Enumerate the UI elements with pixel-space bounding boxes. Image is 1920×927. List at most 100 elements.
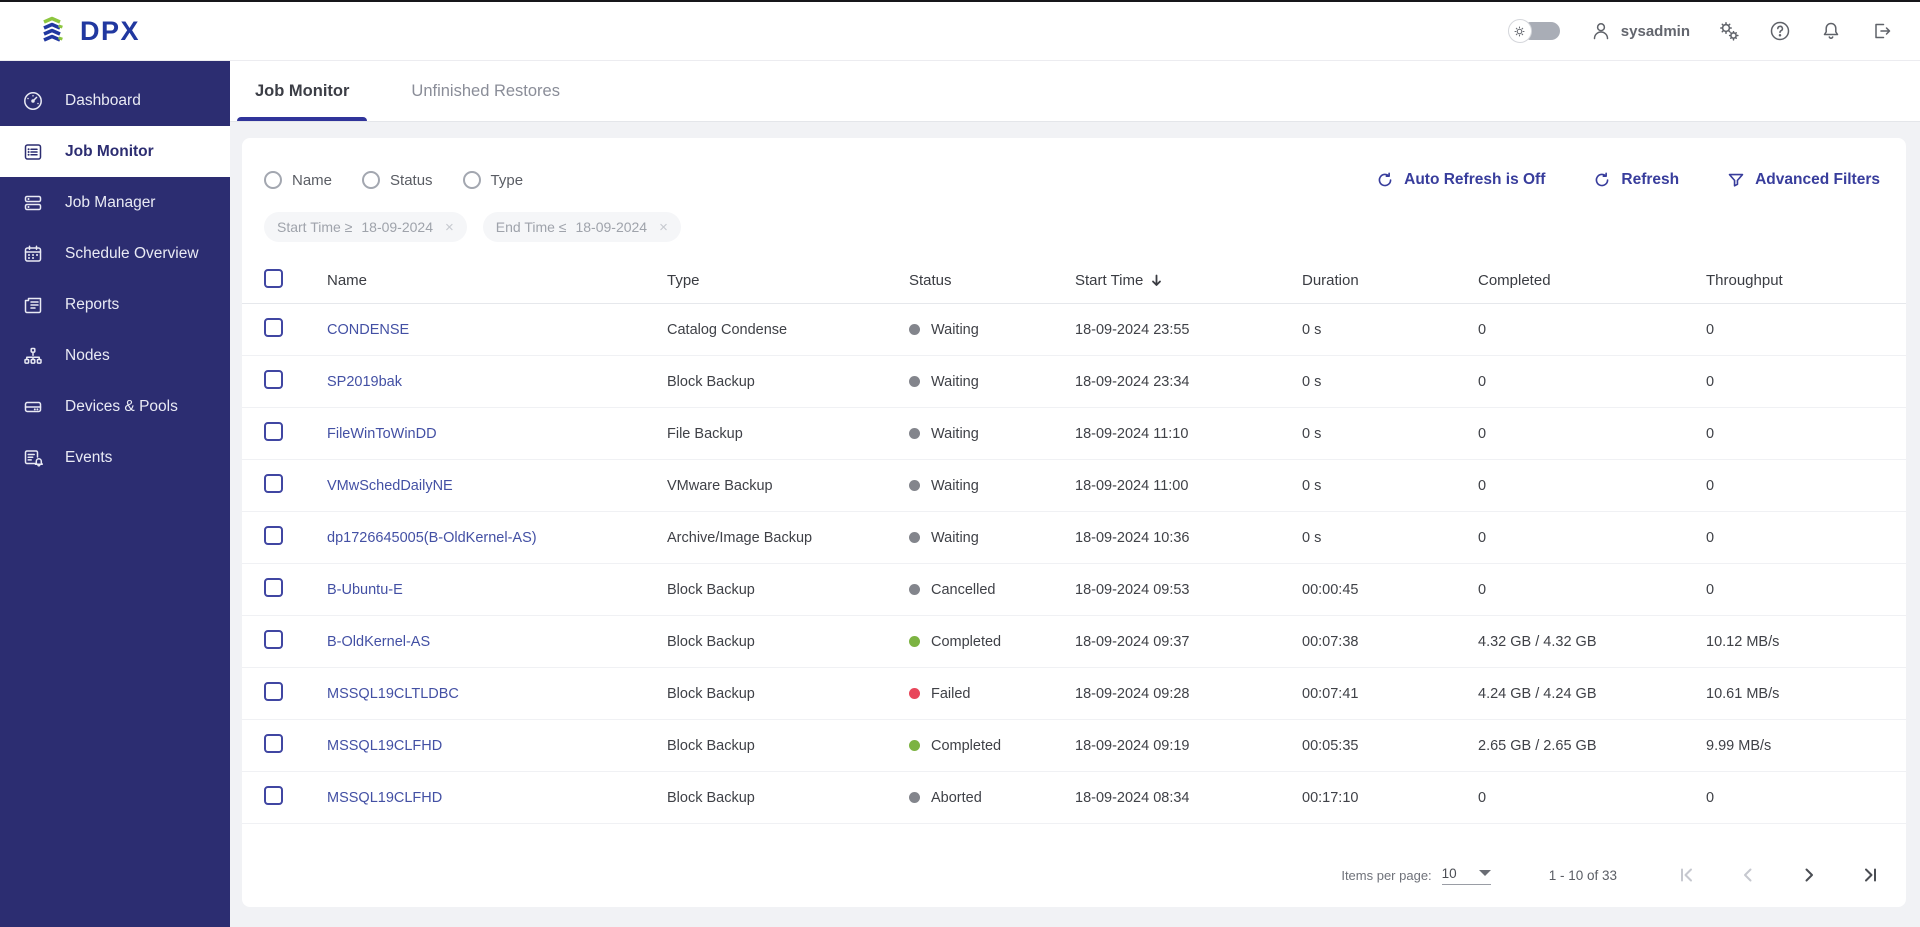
sidebar-item-reports[interactable]: Reports (0, 279, 230, 330)
logout-icon[interactable] (1870, 19, 1894, 43)
tab-job-monitor[interactable]: Job Monitor (237, 61, 368, 121)
job-name-link[interactable]: VMwSchedDailyNE (327, 478, 453, 494)
chip-close-icon[interactable]: × (445, 219, 454, 236)
items-per-page-select[interactable]: 10 (1441, 866, 1491, 885)
sidebar-item-dashboard[interactable]: Dashboard (0, 75, 230, 126)
job-name-link[interactable]: B-OldKernel-AS (327, 634, 430, 650)
column-header-type[interactable]: Type (667, 272, 909, 289)
last-page-button[interactable] (1860, 865, 1880, 885)
nodes-icon (24, 347, 42, 364)
filter-funnel-icon (1728, 173, 1744, 187)
filter-chips: Start Time ≥ 18-09-2024 × End Time ≤ 18-… (242, 212, 1906, 242)
table-row: VMwSchedDailyNE VMware Backup Waiting 18… (242, 460, 1906, 512)
main-content: Job Monitor Unfinished Restores Name Sta… (230, 61, 1920, 927)
status-dot (909, 636, 920, 647)
duration: 0 s (1302, 321, 1322, 338)
completed: 0 (1478, 529, 1487, 546)
start-time: 18-09-2024 10:36 (1075, 529, 1190, 546)
throughput: 0 (1706, 425, 1715, 442)
job-name-link[interactable]: MSSQL19CLTLDBC (327, 686, 459, 702)
radio-label: Type (490, 171, 524, 189)
completed: 4.24 GB / 4.24 GB (1478, 685, 1597, 702)
radio-name[interactable]: Name (264, 171, 332, 189)
job-monitor-card: Name Status Type Auto Refresh is Off Ref… (242, 138, 1906, 907)
user-menu[interactable]: sysadmin (1589, 19, 1690, 43)
start-time: 18-09-2024 09:19 (1075, 737, 1190, 754)
row-checkbox[interactable] (264, 422, 283, 441)
chip-label: End Time ≤ (495, 219, 567, 235)
theme-settings-toggle[interactable] (1507, 19, 1562, 43)
radio-type[interactable]: Type (462, 171, 524, 189)
job-name-link[interactable]: FileWinToWinDD (327, 426, 437, 442)
sidebar-item-label: Events (65, 448, 113, 466)
column-header-status[interactable]: Status (909, 272, 1075, 289)
table-row: dp1726645005(B-OldKernel-AS) Archive/Ima… (242, 512, 1906, 564)
job-name-link[interactable]: CONDENSE (327, 322, 409, 338)
chip-label: Start Time ≥ (277, 219, 353, 235)
sidebar-item-job-monitor[interactable]: Job Monitor (0, 126, 230, 177)
last-page-icon (1865, 868, 1876, 882)
completed: 2.65 GB / 2.65 GB (1478, 737, 1597, 754)
row-checkbox[interactable] (264, 318, 283, 337)
completed: 4.32 GB / 4.32 GB (1478, 633, 1597, 650)
throughput: 0 (1706, 529, 1715, 546)
job-monitor-icon (24, 143, 42, 160)
notifications-bell-icon[interactable] (1819, 19, 1843, 43)
sidebar-item-schedule-overview[interactable]: Schedule Overview (0, 228, 230, 279)
throughput: 10.12 MB/s (1706, 633, 1780, 650)
radio-circle (362, 171, 381, 189)
user-icon (1589, 19, 1613, 43)
row-checkbox[interactable] (264, 786, 283, 805)
row-checkbox[interactable] (264, 370, 283, 389)
advanced-filters-button[interactable]: Advanced Filters (1727, 171, 1880, 189)
tab-label: Unfinished Restores (411, 81, 560, 100)
row-checkbox[interactable] (264, 526, 283, 545)
help-icon[interactable] (1768, 19, 1792, 43)
refresh-button[interactable]: Refresh (1593, 171, 1679, 189)
username: sysadmin (1620, 22, 1690, 40)
sidebar-item-events[interactable]: Events (0, 432, 230, 483)
job-name-link[interactable]: SP2019bak (327, 374, 402, 390)
sidebar-item-nodes[interactable]: Nodes (0, 330, 230, 381)
radio-status[interactable]: Status (362, 171, 433, 189)
refresh-icon (1378, 172, 1392, 187)
duration: 00:17:10 (1302, 789, 1359, 806)
row-checkbox[interactable] (264, 682, 283, 701)
row-checkbox[interactable] (264, 734, 283, 753)
column-header-completed[interactable]: Completed (1478, 272, 1706, 289)
dpx-logo: DPX (34, 15, 140, 47)
column-header-duration[interactable]: Duration (1302, 272, 1478, 289)
sidebar-item-devices-pools[interactable]: Devices & Pools (0, 381, 230, 432)
sidebar-item-label: Job Manager (65, 193, 156, 211)
sidebar-item-job-manager[interactable]: Job Manager (0, 177, 230, 228)
status-label: Cancelled (931, 581, 996, 598)
job-type: Catalog Condense (667, 321, 788, 338)
events-icon (24, 449, 43, 467)
row-checkbox[interactable] (264, 630, 283, 649)
status-label: Failed (931, 685, 971, 702)
duration: 00:05:35 (1302, 737, 1359, 754)
job-type: VMware Backup (667, 477, 773, 494)
job-type: Block Backup (667, 633, 755, 650)
first-page-button[interactable] (1677, 865, 1697, 885)
previous-page-button[interactable] (1738, 865, 1758, 885)
auto-refresh-button[interactable]: Auto Refresh is Off (1376, 171, 1545, 189)
chip-end-time: End Time ≤ 18-09-2024 × (482, 212, 681, 242)
chip-close-icon[interactable]: × (659, 219, 668, 236)
start-time: 18-09-2024 11:10 (1075, 425, 1189, 442)
row-checkbox[interactable] (264, 474, 283, 493)
next-page-button[interactable] (1799, 865, 1819, 885)
settings-gears-icon[interactable] (1717, 19, 1741, 43)
job-name-link[interactable]: dp1726645005(B-OldKernel-AS) (327, 530, 537, 546)
column-header-throughput[interactable]: Throughput (1706, 272, 1884, 289)
status-label: Aborted (931, 789, 982, 806)
column-header-start-time[interactable]: Start Time (1075, 272, 1302, 289)
status-label: Completed (931, 633, 1002, 650)
tab-unfinished-restores[interactable]: Unfinished Restores (393, 61, 578, 121)
job-name-link[interactable]: MSSQL19CLFHD (327, 738, 442, 754)
job-name-link[interactable]: B-Ubuntu-E (327, 582, 403, 598)
row-checkbox[interactable] (264, 578, 283, 597)
select-all-checkbox[interactable] (264, 269, 283, 288)
column-header-name[interactable]: Name (327, 272, 667, 289)
job-name-link[interactable]: MSSQL19CLFHD (327, 790, 442, 806)
